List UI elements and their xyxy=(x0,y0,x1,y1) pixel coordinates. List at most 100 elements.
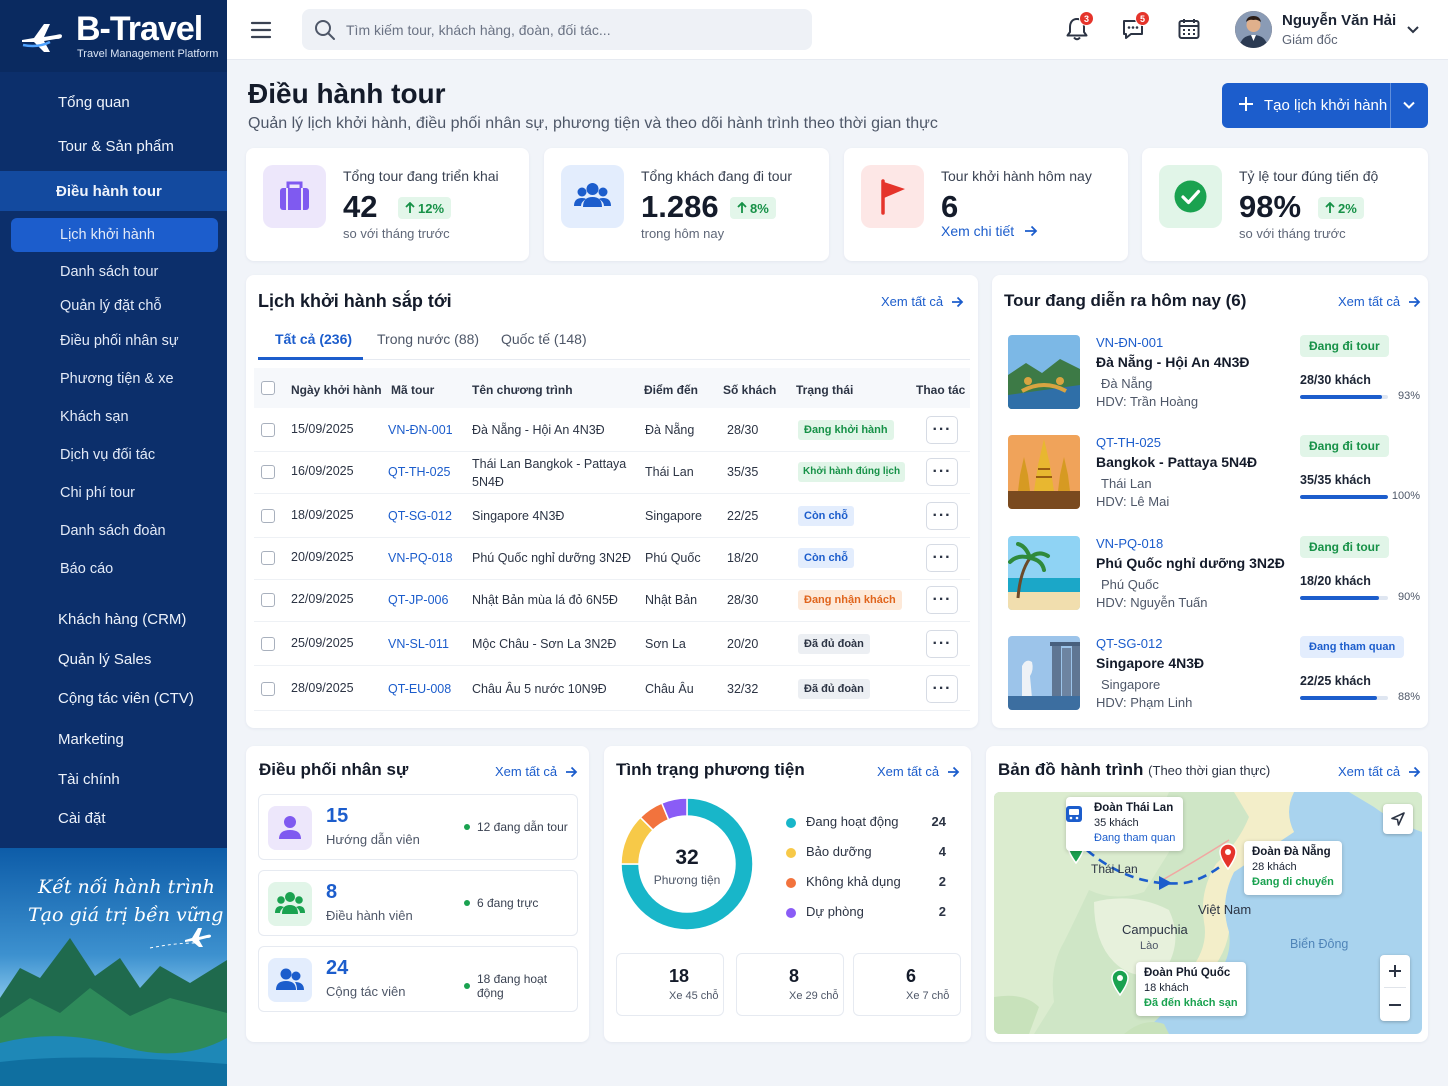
table-row[interactable]: 22/09/2025 QT-JP-006 Nhật Bản mùa lá đỏ 6N… xyxy=(254,578,970,622)
legend-label: Dự phòng xyxy=(806,904,864,919)
sidebar-subitem-car[interactable]: Phương tiện & xe xyxy=(0,362,227,396)
kpi-value: 42 xyxy=(343,189,378,224)
sidebar-item-megaphone[interactable]: Marketing xyxy=(0,719,227,759)
table-header: Ngày khởi hành Mã tour Tên chương trình … xyxy=(254,368,970,408)
sidebar-subitem-booking[interactable]: Quản lý đặt chỗ xyxy=(0,289,227,323)
chevron-down-icon xyxy=(199,734,209,744)
customers-icon xyxy=(20,608,42,630)
sidebar-item-gear[interactable]: Cài đặt xyxy=(0,798,227,838)
search-bar[interactable] xyxy=(302,9,812,50)
row-tour-code[interactable]: VN-SL-011 xyxy=(388,637,449,651)
check-circle-icon xyxy=(1174,180,1207,213)
select-all-checkbox[interactable] xyxy=(261,381,275,395)
today-tour-item[interactable]: VN-ĐN-001 Đà Nẵng - Hội An 4N3Đ Đà Nẵng HDV… xyxy=(1008,335,1420,415)
vehicle-type-45-seat[interactable]: 18 Xe 45 chỗ xyxy=(616,953,724,1016)
staff-operators[interactable]: 8 Điều hành viên 6 đang trực xyxy=(258,870,578,936)
row-checkbox[interactable] xyxy=(261,682,275,696)
table-row[interactable]: 28/09/2025 QT-EU-008 Châu Âu 5 nước 10N9Đ C… xyxy=(254,667,970,711)
table-row[interactable]: 20/09/2025 VN-PQ-018 Phú Quốc nghỉ dưỡng 3… xyxy=(254,536,970,580)
see-all-link[interactable]: Xem tất cả xyxy=(1338,294,1421,309)
row-actions-button[interactable]: ··· xyxy=(926,416,958,444)
row-checkbox[interactable] xyxy=(261,551,275,565)
row-tour-code[interactable]: VN-PQ-018 xyxy=(388,551,453,565)
sidebar-item-home[interactable]: Tổng quan xyxy=(0,82,227,122)
row-actions-button[interactable]: ··· xyxy=(926,630,958,658)
kpi-title: Tour khởi hành hôm nay xyxy=(941,168,1092,184)
row-actions-button[interactable]: ··· xyxy=(926,675,958,703)
map-group-phuquoc[interactable]: Đoàn Phú Quốc 18 khách Đã đến khách sạn xyxy=(1136,962,1246,1016)
car-icon xyxy=(26,370,44,388)
tab-international[interactable]: Quốc tế (148) xyxy=(501,331,587,347)
row-tour-code[interactable]: QT-EU-008 xyxy=(388,682,451,696)
sidebar-item-label: Khách hàng (CRM) xyxy=(58,610,187,628)
journey-map[interactable]: Thái Lan Việt Nam Campuchia Lào Biển Đôn… xyxy=(994,792,1422,1034)
sidebar-subitem-cost[interactable]: Chi phí tour xyxy=(0,476,227,510)
zoom-in-icon[interactable] xyxy=(1388,964,1402,978)
sidebar-subitem-report[interactable]: Báo cáo xyxy=(0,552,227,586)
user-avatar[interactable] xyxy=(1235,11,1272,48)
sidebar-subitem-hotel[interactable]: Khách sạn xyxy=(0,400,227,434)
row-actions-button[interactable]: ··· xyxy=(926,544,958,572)
row-checkbox[interactable] xyxy=(261,464,275,479)
map-group-thailand[interactable]: Đoàn Thái Lan 35 khách Đang tham quan xyxy=(1066,797,1184,851)
search-input[interactable] xyxy=(346,9,796,50)
hamburger-menu-icon[interactable] xyxy=(250,20,272,40)
chevron-down-icon[interactable] xyxy=(1403,101,1415,110)
view-details-link[interactable]: Xem chi tiết xyxy=(941,223,1038,239)
arrow-right-icon xyxy=(948,766,960,777)
sidebar-item-customers[interactable]: Khách hàng (CRM) xyxy=(0,599,227,639)
row-checkbox[interactable] xyxy=(261,637,275,651)
row-tour-code[interactable]: VN-ĐN-001 xyxy=(388,423,453,437)
row-tour-code[interactable]: QT-JP-006 xyxy=(388,593,448,607)
see-all-link[interactable]: Xem tất cả xyxy=(495,764,578,779)
sidebar-item-finance[interactable]: Tài chính xyxy=(0,759,227,799)
see-all-link[interactable]: Xem tất cả xyxy=(1338,764,1421,779)
logo[interactable]: B-Travel Travel Management Platform xyxy=(0,0,227,72)
sidebar-subitem-partner[interactable]: Dịch vụ đối tác xyxy=(0,438,227,472)
staff-guides[interactable]: 15 Hướng dẫn viên 12 đang dẫn tour xyxy=(258,794,578,860)
staff-collaborators[interactable]: 24 Cộng tác viên 18 đang hoạt động xyxy=(258,946,578,1012)
tab-domestic[interactable]: Trong nước (88) xyxy=(377,331,479,347)
row-actions-button[interactable]: ··· xyxy=(926,502,958,530)
tour-code[interactable]: QT-SG-012 xyxy=(1096,636,1162,651)
staff-label: Điều hành viên xyxy=(326,908,413,923)
sidebar-subitem-calendar[interactable]: Lịch khởi hành xyxy=(11,218,218,252)
table-row[interactable]: 16/09/2025 QT-TH-025 Thái Lan Bangkok - Pa… xyxy=(254,449,970,494)
sidebar-item-sales[interactable]: Quản lý Sales xyxy=(0,639,227,679)
tour-code[interactable]: VN-ĐN-001 xyxy=(1096,335,1163,350)
row-checkbox[interactable] xyxy=(261,593,275,607)
see-all-link[interactable]: Xem tất cả xyxy=(881,294,964,309)
today-tour-item[interactable]: QT-SG-012 Singapore 4N3Đ Singapore HDV: Phạ… xyxy=(1008,636,1420,716)
vehicle-type-29-seat[interactable]: 8 Xe 29 chỗ xyxy=(736,953,844,1016)
sidebar-item-box[interactable]: Tour & Sản phẩm xyxy=(0,126,227,166)
today-tour-item[interactable]: QT-TH-025 Bangkok - Pattaya 5N4Đ Thái Lan H… xyxy=(1008,435,1420,515)
sidebar-item-collaborators[interactable]: Cộng tác viên (CTV) xyxy=(0,678,227,718)
table-row[interactable]: 18/09/2025 QT-SG-012 Singapore 4N3Đ Singapo… xyxy=(254,494,970,538)
tour-code[interactable]: QT-TH-025 xyxy=(1096,435,1161,450)
row-actions-button[interactable]: ··· xyxy=(926,457,958,486)
create-schedule-button[interactable]: Tạo lịch khởi hành xyxy=(1222,83,1428,128)
today-tour-item[interactable]: VN-PQ-018 Phú Quốc nghỉ dưỡng 3N2Đ Phú Quố… xyxy=(1008,536,1420,616)
sidebar-subitem-groups[interactable]: Danh sách đoàn xyxy=(0,514,227,548)
chevron-down-icon[interactable] xyxy=(1407,25,1419,35)
map-group-danang[interactable]: Đoàn Đà Nẵng 28 khách Đang di chuyển xyxy=(1244,841,1342,895)
tab-all[interactable]: Tất cả (236) xyxy=(275,331,352,347)
row-tour-code[interactable]: QT-TH-025 xyxy=(388,465,451,479)
sidebar-item-operations[interactable]: Điều hành tour xyxy=(0,171,227,211)
sidebar-subitem-list[interactable]: Danh sách tour xyxy=(0,255,227,289)
table-row[interactable]: 15/09/2025 VN-ĐN-001 Đà Nẵng - Hội An 4N3Đ… xyxy=(254,408,970,452)
row-checkbox[interactable] xyxy=(261,423,275,437)
zoom-out-icon[interactable] xyxy=(1388,998,1402,1012)
locate-button[interactable] xyxy=(1383,804,1413,834)
row-checkbox[interactable] xyxy=(261,509,275,523)
users-icon xyxy=(574,183,611,207)
see-all-link[interactable]: Xem tất cả xyxy=(877,764,960,779)
vehicle-type-7-seat[interactable]: 6 Xe 7 chỗ xyxy=(853,953,961,1016)
sidebar-subitem-staff[interactable]: Điều phối nhân sự xyxy=(0,324,227,358)
row-actions-button[interactable]: ··· xyxy=(926,586,958,614)
calendar-icon[interactable] xyxy=(1176,16,1202,42)
row-tour-code[interactable]: QT-SG-012 xyxy=(388,509,452,523)
group-count: 28 khách xyxy=(1252,861,1297,873)
tour-code[interactable]: VN-PQ-018 xyxy=(1096,536,1163,551)
table-row[interactable]: 25/09/2025 VN-SL-011 Mộc Châu - Sơn La 3N2… xyxy=(254,622,970,666)
